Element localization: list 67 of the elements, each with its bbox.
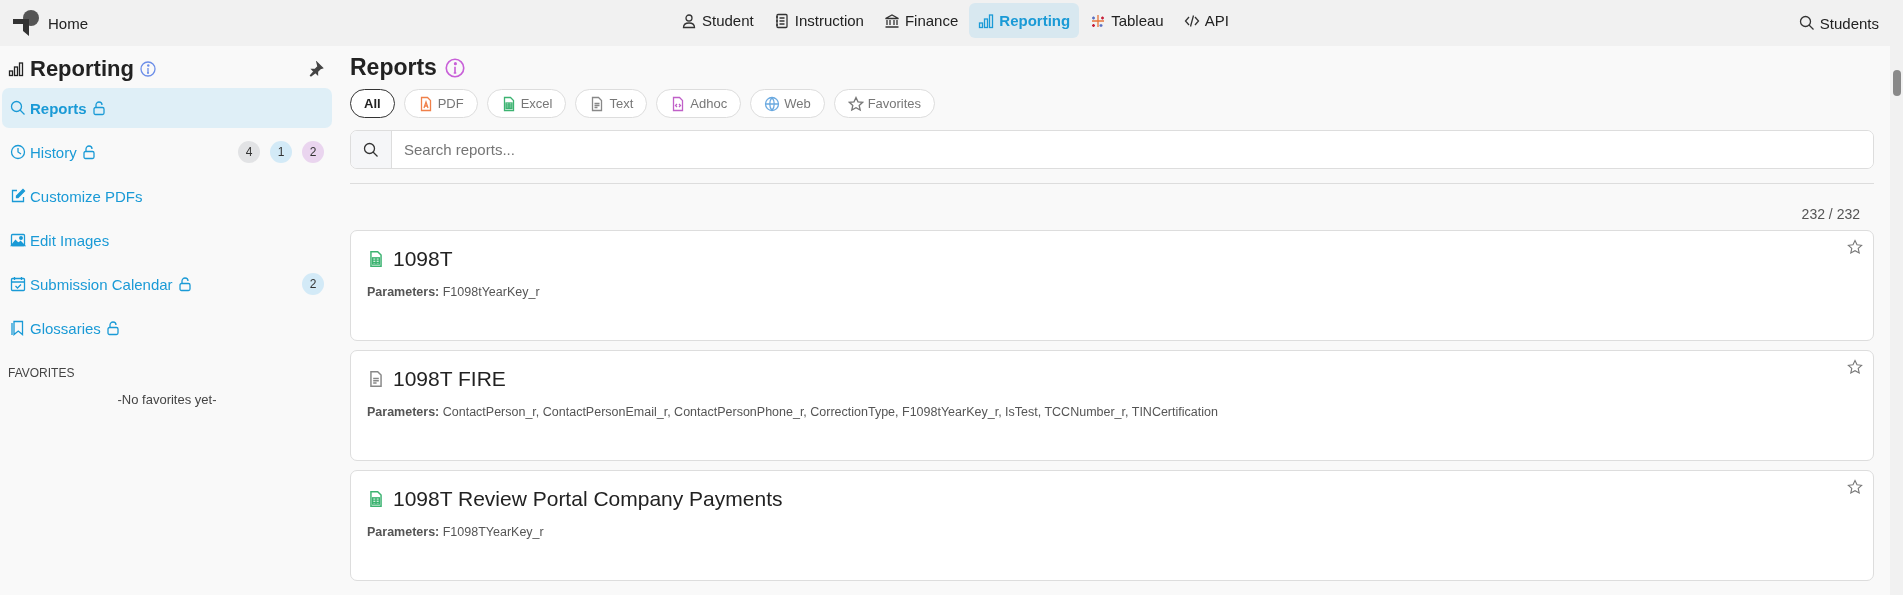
- chart-icon: [978, 12, 995, 29]
- filter-chip[interactable]: Web: [750, 89, 825, 118]
- search-icon: [10, 100, 26, 116]
- image-icon: [10, 232, 26, 248]
- code-icon: [1183, 12, 1200, 29]
- star-icon[interactable]: [1847, 359, 1863, 375]
- nav-tab[interactable]: Instruction: [764, 3, 873, 38]
- report-card[interactable]: 1098T Parameters: F1098tYearKey_r: [350, 230, 1874, 341]
- report-title: 1098T Review Portal Company Payments: [393, 487, 783, 511]
- info-icon: [139, 61, 156, 77]
- sidebar-title: Reporting: [30, 56, 134, 82]
- search-field[interactable]: Search reports...: [350, 130, 1874, 169]
- star-icon[interactable]: [1847, 239, 1863, 255]
- nav-tab[interactable]: Finance: [874, 3, 968, 38]
- search-icon: [363, 141, 379, 158]
- count-badge: 4: [238, 141, 260, 163]
- chart-icon: [8, 61, 24, 77]
- tableau-icon: [1090, 12, 1107, 29]
- count-badge: 2: [302, 141, 324, 163]
- unlock-icon: [90, 100, 107, 116]
- filter-chip[interactable]: Excel: [486, 89, 567, 118]
- edit-icon: [10, 188, 26, 204]
- bookmark-icon: [10, 320, 26, 336]
- report-card[interactable]: 1098T FIRE Parameters: ContactPerson_r, ContactPersonEmail_r, ContactPersonPhone_r, CorrectionType, F1098tYearKey_r, IsTest, TCCNumber_r, TINCertification: [350, 350, 1874, 461]
- person-icon: [681, 12, 697, 29]
- filter-chip[interactable]: Favorites: [833, 89, 936, 118]
- info-icon: [444, 57, 465, 78]
- filter-chip[interactable]: PDF: [403, 89, 478, 118]
- pin-icon: [308, 61, 324, 77]
- globe-icon: [764, 95, 781, 112]
- filter-chip[interactable]: Text: [575, 89, 648, 118]
- empty-message: -No favorites yet-: [116, 391, 218, 409]
- count-badge: 2: [302, 273, 324, 295]
- bank-icon: [883, 12, 900, 29]
- student-search-link[interactable]: Students: [1798, 14, 1879, 32]
- calendar-icon: [10, 276, 26, 292]
- report-parameters: Parameters: ContactPerson_r, ContactPersonEmail_r, ContactPersonPhone_r, CorrectionType, F1098tYearKey_r, IsTest, TCCNumber_r, TINCertification: [367, 405, 1219, 419]
- unlock-icon: [104, 320, 121, 336]
- text-file-icon: [367, 369, 385, 389]
- logo-icon: [12, 8, 42, 38]
- search-icon: [1798, 15, 1815, 31]
- home-link[interactable]: Home: [12, 8, 88, 38]
- sidebar-item[interactable]: Submission Calendar 2: [2, 264, 332, 304]
- filter-chip[interactable]: Adhoc: [656, 89, 742, 118]
- clock-icon: [10, 144, 26, 160]
- report-title: 1098T FIRE: [393, 367, 506, 391]
- star-icon[interactable]: [1847, 479, 1863, 495]
- spreadsheet-file-icon: [367, 489, 385, 509]
- favorites-heading: FAVORITES: [7, 365, 76, 382]
- nav-tab[interactable]: Student: [672, 3, 763, 38]
- spreadsheet-file-icon: [367, 249, 385, 269]
- report-card[interactable]: 1098T Review Portal Company Payments Parameters: F1098TYearKey_r: [350, 470, 1874, 581]
- sidebar-item[interactable]: History 4 1 2: [2, 132, 332, 172]
- unlock-icon: [176, 276, 193, 292]
- report-title: 1098T: [393, 247, 453, 271]
- nav-tab[interactable]: Tableau: [1081, 3, 1173, 38]
- count-badge: 1: [270, 141, 292, 163]
- report-parameters: Parameters: F1098TYearKey_r: [367, 525, 545, 539]
- filter-chip[interactable]: All: [350, 89, 395, 118]
- result-count: 232 / 232: [1800, 205, 1861, 224]
- notebook-icon: [773, 12, 790, 29]
- nav-tab[interactable]: API: [1174, 3, 1238, 38]
- scrollbar-thumb[interactable]: [1893, 70, 1901, 96]
- unlock-icon: [80, 144, 97, 160]
- star-icon: [847, 95, 864, 112]
- page-title: Reports: [350, 54, 437, 81]
- report-parameters: Parameters: F1098tYearKey_r: [367, 285, 541, 299]
